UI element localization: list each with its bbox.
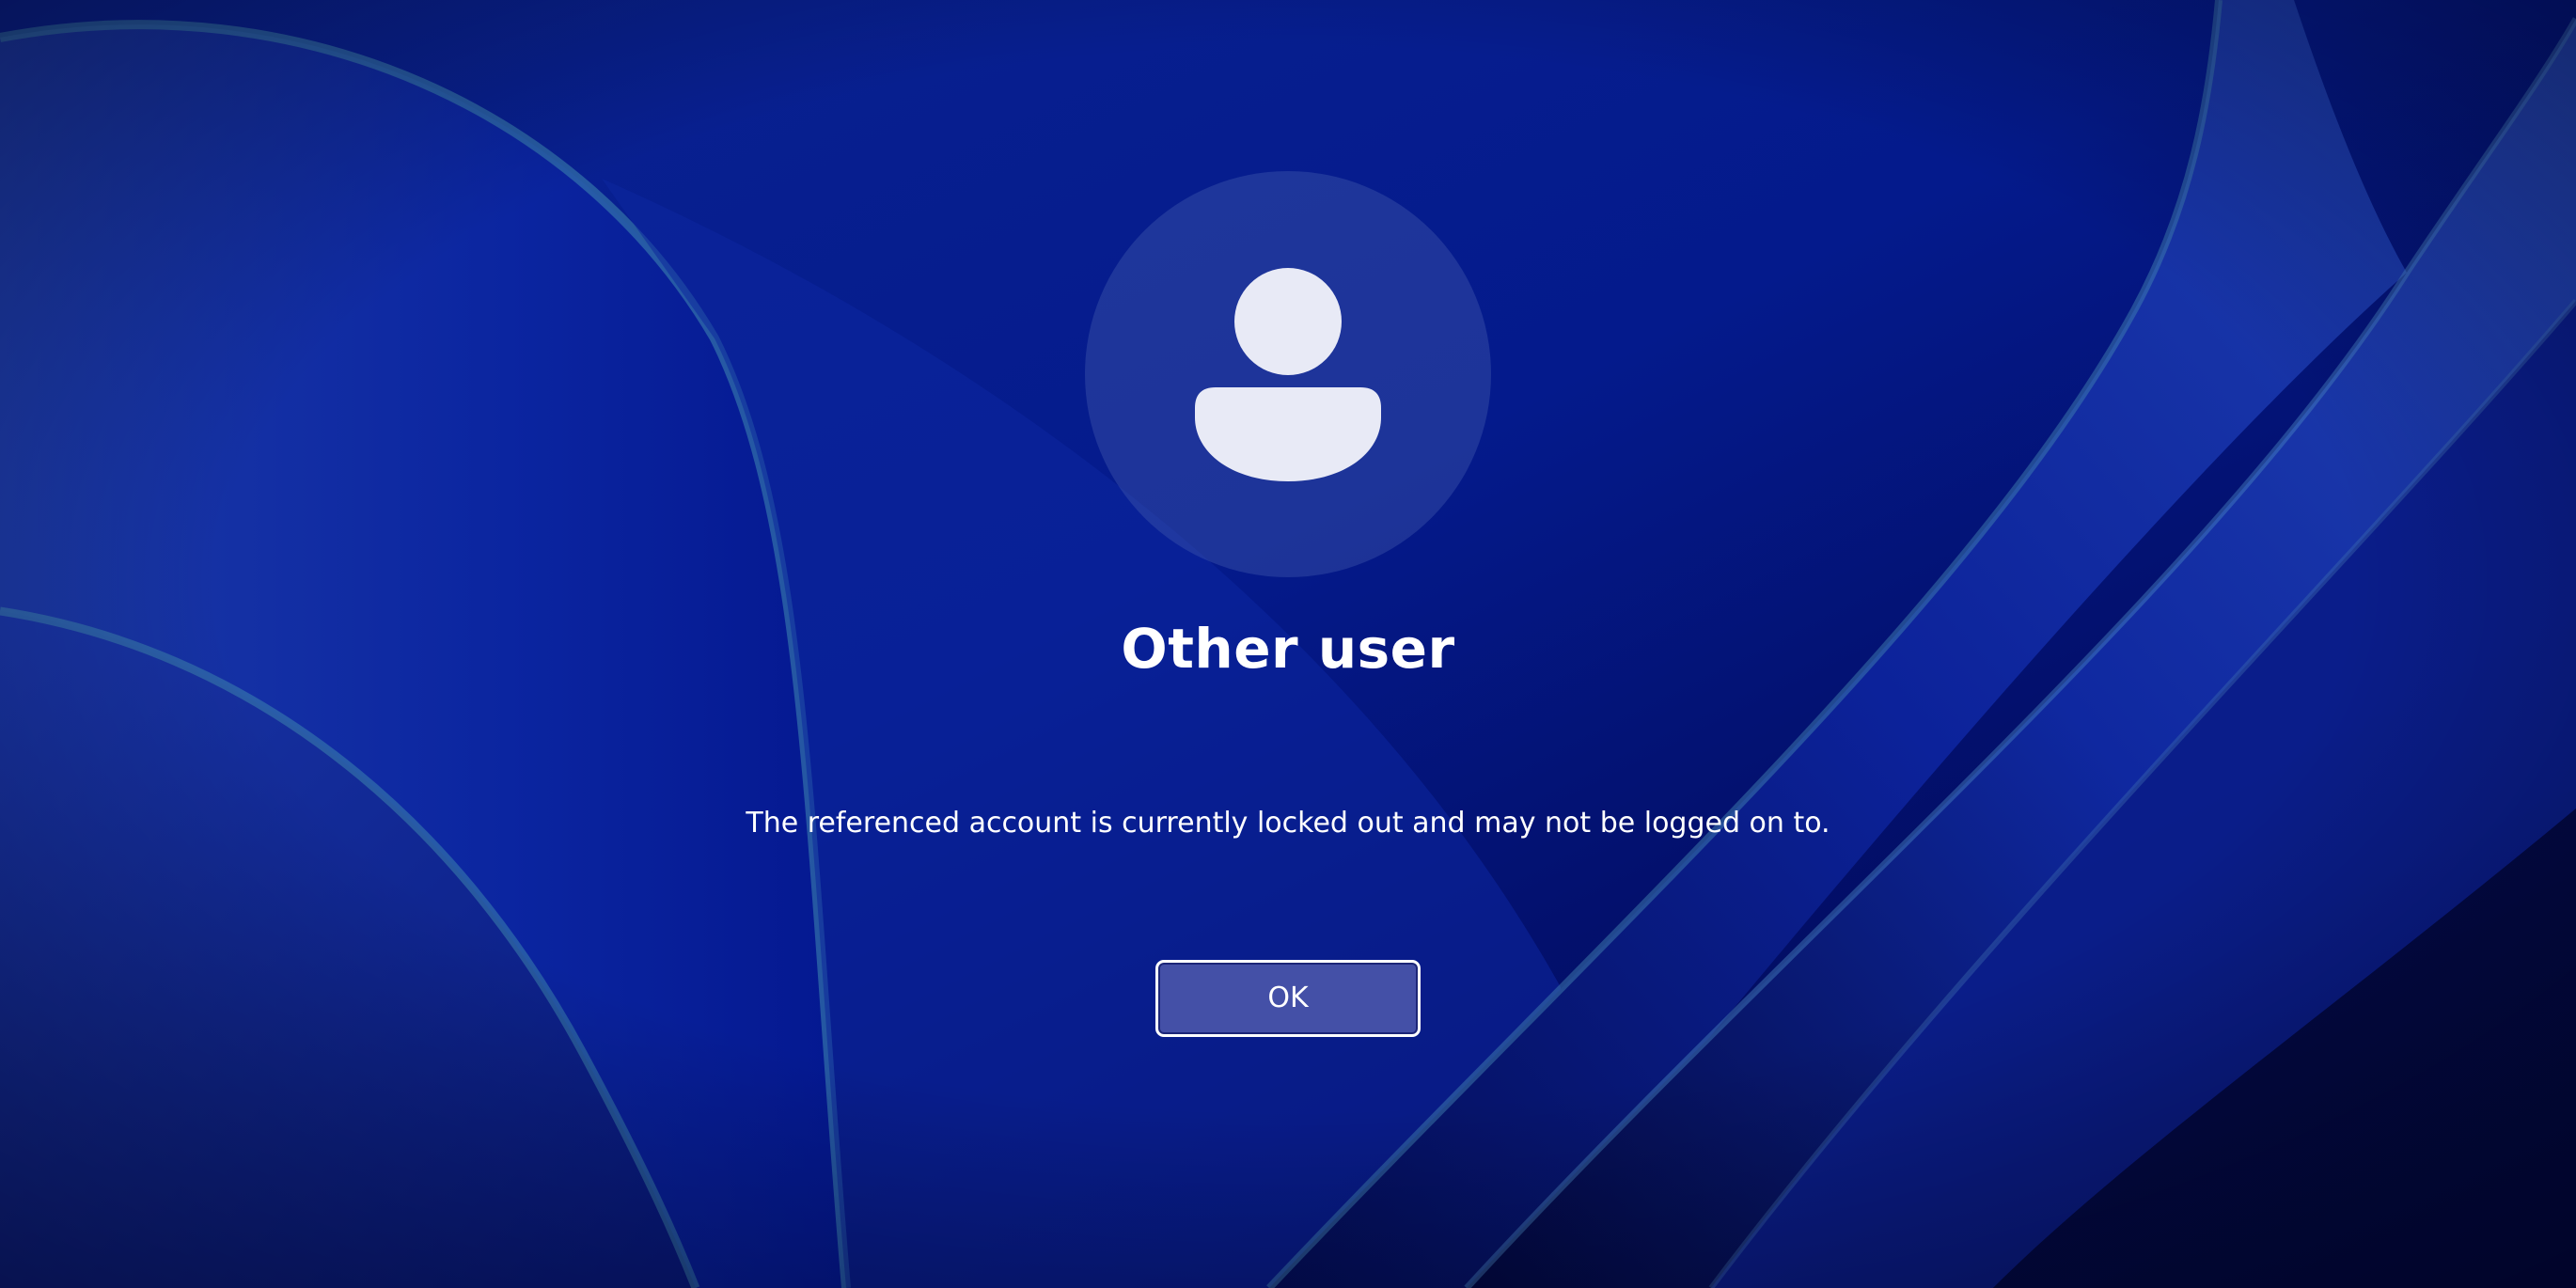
user-avatar (1085, 171, 1491, 577)
person-icon (1195, 268, 1381, 481)
ok-button[interactable]: OK (1155, 960, 1421, 1037)
username-label: Other user (1121, 617, 1455, 681)
sign-in-panel: Other user The referenced account is cur… (0, 0, 2576, 1288)
error-message: The referenced account is currently lock… (746, 807, 1830, 840)
